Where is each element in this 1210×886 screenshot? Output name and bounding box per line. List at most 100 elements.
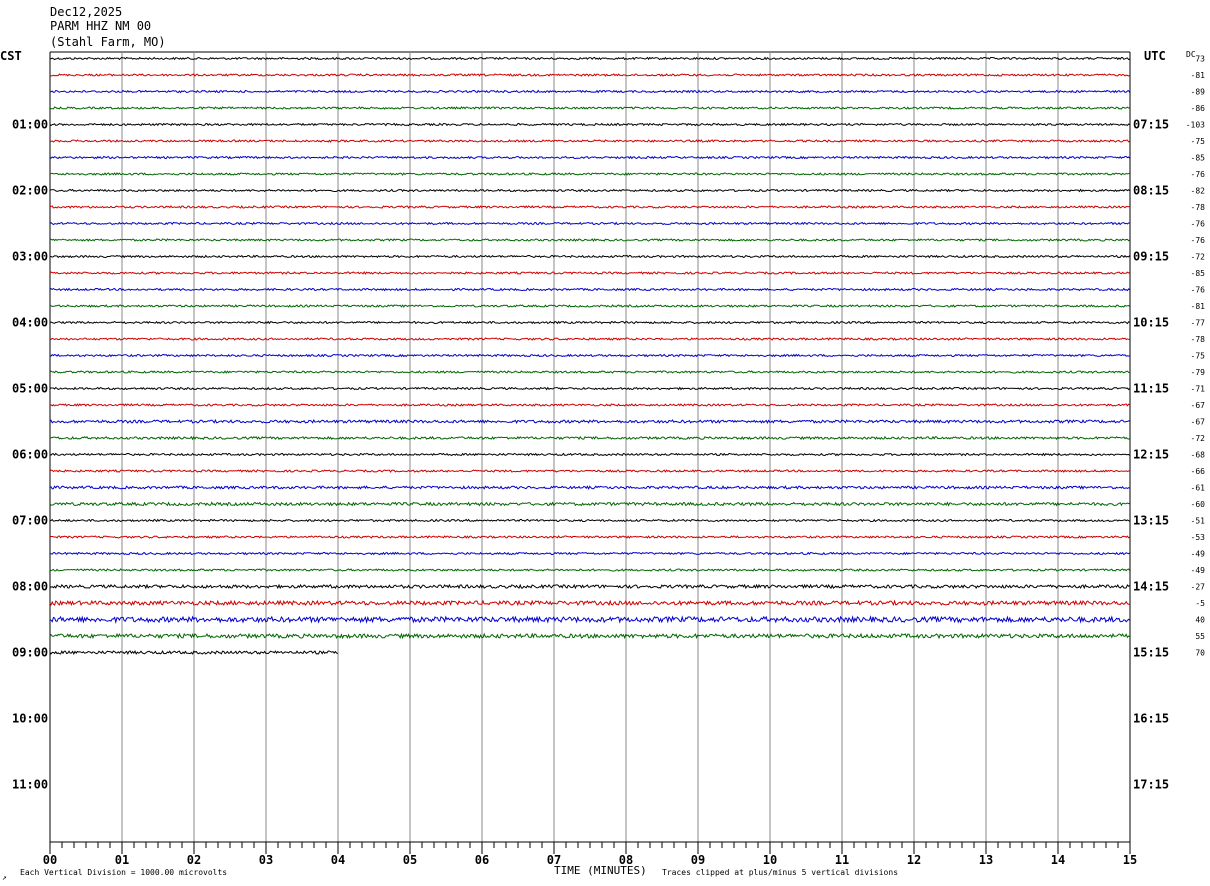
dc-value-column: 73 -81 -89 -86 -103 -75 -85 -76 -82 -78 -76 -76 -72 -…	[1186, 55, 1205, 658]
dc-offset-value: -72	[1191, 434, 1206, 443]
dc-offset-value: -81	[1191, 71, 1206, 80]
x-tick-label: 14	[1051, 853, 1065, 867]
dc-offset-value: -75	[1191, 352, 1206, 361]
utc-hour-label: 16:15	[1133, 712, 1169, 726]
utc-hour-label: 17:15	[1133, 778, 1169, 792]
seismic-trace	[49, 632, 1131, 640]
seismic-trace	[49, 155, 1131, 160]
x-tick-label: 09	[691, 853, 705, 867]
cst-hour-label: 08:00	[12, 580, 48, 594]
seismic-trace	[50, 254, 1131, 259]
seismic-trace	[49, 469, 1130, 473]
dc-offset-value: -76	[1191, 170, 1206, 179]
dc-offset-value: -68	[1191, 451, 1206, 460]
dc-offset-value: -82	[1191, 187, 1206, 196]
seismic-trace	[49, 304, 1131, 308]
clip-note: Traces clipped at plus/minus 5 vertical …	[662, 868, 898, 877]
cst-hour-label: 10:00	[12, 712, 48, 726]
x-tick-label: 02	[187, 853, 201, 867]
dc-offset-value: -61	[1191, 484, 1206, 493]
seismic-trace	[49, 599, 1130, 607]
trace-group	[49, 56, 1131, 656]
seismic-trace	[49, 535, 1131, 539]
x-tick-label: 01	[115, 853, 129, 867]
header-location: (Stahl Farm, MO)	[50, 35, 166, 49]
x-tick-label: 15	[1123, 853, 1137, 867]
utc-hour-label: 14:15	[1133, 580, 1169, 594]
x-tick-label: 00	[43, 853, 57, 867]
dc-offset-value: -60	[1191, 500, 1206, 509]
utc-hour-label: 10:15	[1133, 316, 1169, 330]
dc-offset-value: -89	[1191, 88, 1206, 97]
cst-hour-label: 04:00	[12, 316, 48, 330]
utc-hour-label: 12:15	[1133, 448, 1169, 462]
seismic-trace	[49, 205, 1130, 209]
dc-offset-value: -5	[1195, 599, 1205, 608]
dc-offset-value: 55	[1195, 632, 1205, 641]
left-zone-label: CST	[0, 49, 22, 63]
seismic-trace	[49, 485, 1130, 490]
seismic-trace	[49, 56, 1130, 61]
utc-hour-label: 09:15	[1133, 250, 1169, 264]
header-date: Dec12,2025	[50, 5, 122, 19]
dc-offset-value: -53	[1191, 533, 1206, 542]
dc-offset-value: -27	[1191, 583, 1206, 592]
x-tick-label: 12	[907, 853, 921, 867]
seismic-trace	[49, 320, 1130, 325]
cst-hour-label: 07:00	[12, 514, 48, 528]
seismic-trace	[49, 370, 1130, 374]
seismic-trace	[49, 452, 1131, 457]
utc-hour-label: 15:15	[1133, 646, 1169, 660]
helicorder-plot: Dec12,2025 PARM HHZ NM 00 (Stahl Farm, M…	[0, 5, 1205, 882]
utc-hour-labels: 07:15 08:15 09:15 10:15 11:15 12:15 13:15 14:15…	[1133, 118, 1169, 792]
dc-offset-value: -76	[1191, 220, 1206, 229]
seismic-trace	[49, 238, 1131, 242]
dc-offset-value: 40	[1195, 616, 1205, 625]
dc-offset-value: 70	[1195, 649, 1205, 658]
header-station: PARM HHZ NM 00	[50, 19, 151, 33]
seismic-trace	[49, 615, 1131, 625]
dc-offset-value: -66	[1191, 467, 1206, 476]
cst-hour-label: 03:00	[12, 250, 48, 264]
x-tick-label: 03	[259, 853, 273, 867]
seismic-trace	[49, 122, 1131, 127]
dc-offset-value: -49	[1191, 566, 1206, 575]
dc-offset-value: -49	[1191, 550, 1206, 559]
seismic-trace	[49, 287, 1131, 292]
seismic-trace	[49, 139, 1131, 143]
dc-offset-value: -86	[1191, 104, 1206, 113]
x-axis-title: TIME (MINUTES)	[554, 864, 647, 877]
seismic-trace	[49, 337, 1130, 341]
dc-offset-value: -81	[1191, 302, 1206, 311]
utc-hour-label: 13:15	[1133, 514, 1169, 528]
seismic-trace	[49, 568, 1131, 572]
seismic-trace	[49, 271, 1130, 275]
cst-hour-labels: 01:00 02:00 03:00 04:00 05:00 06:00 07:00 08:00…	[12, 118, 48, 792]
seismic-trace	[49, 353, 1130, 358]
seismic-trace	[49, 386, 1131, 391]
cst-hour-label: 11:00	[12, 778, 48, 792]
x-tick-label: 04	[331, 853, 345, 867]
cst-hour-label: 09:00	[12, 646, 48, 660]
cst-hour-label: 02:00	[12, 184, 48, 198]
seismic-trace	[49, 73, 1130, 77]
dc-offset-value: -67	[1191, 401, 1206, 410]
seismic-trace	[49, 583, 1131, 590]
dc-offset-value: -72	[1191, 253, 1206, 262]
seismic-trace	[49, 551, 1131, 556]
dc-label: DC	[1186, 50, 1196, 59]
utc-hour-label: 11:15	[1133, 382, 1169, 396]
seismic-trace	[49, 221, 1130, 226]
seismic-trace	[49, 89, 1131, 94]
dc-offset-value: -85	[1191, 269, 1206, 278]
dc-offset-value: -76	[1191, 236, 1206, 245]
dc-offset-value: 73	[1195, 55, 1205, 64]
cst-hour-label: 06:00	[12, 448, 48, 462]
dc-offset-value: -79	[1191, 368, 1206, 377]
scale-note: Each Vertical Division = 1000.00 microvo…	[20, 868, 227, 877]
seismic-trace	[49, 188, 1131, 193]
dc-offset-value: -103	[1186, 121, 1205, 130]
corner-mark: ↗	[2, 873, 7, 882]
seismic-trace	[49, 435, 1130, 441]
utc-hour-label: 07:15	[1133, 118, 1169, 132]
